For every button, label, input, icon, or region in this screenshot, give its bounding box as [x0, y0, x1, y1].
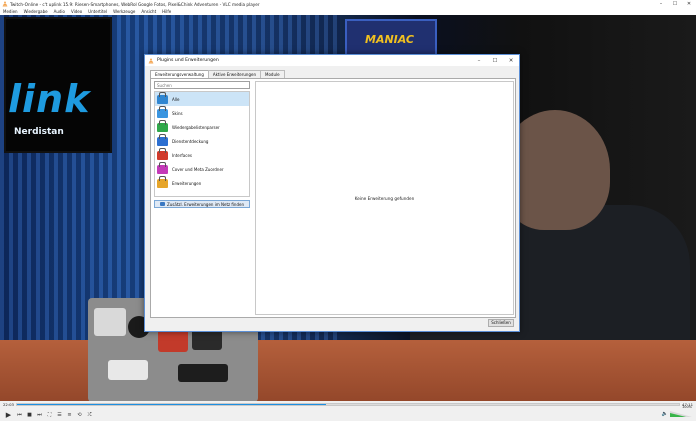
dialog-tabs: Erweiterungsverwaltung Aktive Erweiterun…	[150, 70, 285, 78]
seek-bar-fill	[17, 404, 327, 405]
menu-audio[interactable]: Audio	[54, 9, 65, 14]
menu-bar: Medien Wiedergabe Audio Video Untertitel…	[0, 8, 696, 15]
category-label: Alle	[172, 96, 180, 102]
plugins-dialog: Plugins und Erweiterungen – ☐ ✕ Erweiter…	[144, 54, 520, 332]
sticker	[178, 364, 228, 382]
menu-view[interactable]: Ansicht	[141, 9, 156, 14]
find-more-addons-label: Zusätzl. Erweiterungen im Netz finden	[167, 201, 244, 207]
shuffle-icon[interactable]: ⤮	[85, 410, 94, 419]
menu-video[interactable]: Video	[71, 9, 82, 14]
category-label: Interfaces	[172, 152, 192, 158]
sticker	[108, 360, 148, 380]
previous-icon[interactable]: ⏮	[15, 410, 24, 419]
loop-icon[interactable]: ⟲	[75, 410, 84, 419]
fullscreen-icon[interactable]: ⛶	[45, 410, 54, 419]
next-icon[interactable]: ⏭	[35, 410, 44, 419]
close-window-button[interactable]: ✕	[682, 1, 696, 7]
volume-fill	[670, 412, 686, 417]
stop-icon[interactable]: ■	[25, 410, 34, 419]
window-title: Twitch-Online - c't uplink 15.9: Riesen-…	[10, 1, 260, 7]
close-button[interactable]: Schließen	[488, 319, 514, 327]
tab-panel: Alle Skins Wiedergabelistenparser Dienst…	[150, 78, 516, 318]
addon-bag-icon	[157, 119, 168, 132]
minimize-button[interactable]: –	[654, 1, 668, 7]
find-more-addons-button[interactable]: Zusätzl. Erweiterungen im Netz finden	[154, 200, 250, 208]
tv-screen: link Nerdistan	[4, 17, 112, 153]
category-label: Erweiterungen	[172, 180, 202, 186]
window-titlebar: Twitch-Online - c't uplink 15.9: Riesen-…	[0, 0, 696, 8]
poster-text: MANIAC	[365, 33, 415, 46]
tv-logo-text: link	[8, 77, 91, 121]
time-elapsed: 22:03	[3, 402, 14, 407]
play-icon[interactable]: ▶	[3, 409, 14, 420]
volume-percent: 100%	[681, 405, 692, 409]
vlc-cone-icon	[148, 57, 154, 63]
maximize-button[interactable]: ☐	[668, 1, 682, 7]
playlist-icon[interactable]: ≡	[65, 410, 74, 419]
addon-bag-icon	[157, 133, 168, 146]
addon-bag-icon	[157, 175, 168, 188]
empty-message: Keine Erweiterung gefunden	[354, 195, 415, 201]
category-list: Alle Skins Wiedergabelistenparser Dienst…	[154, 91, 250, 197]
category-item-service-discovery[interactable]: Dienstentdeckung	[155, 133, 249, 148]
menu-media[interactable]: Medien	[3, 9, 18, 14]
menu-help[interactable]: Hilfe	[162, 9, 171, 14]
extended-settings-icon[interactable]: ☰	[55, 410, 64, 419]
menu-tools[interactable]: Werkzeuge	[113, 9, 135, 14]
category-item-skins[interactable]: Skins	[155, 105, 249, 120]
seek-bar[interactable]	[16, 403, 680, 406]
volume-control[interactable]: 🔈 100%	[662, 405, 692, 417]
addon-bag-icon	[157, 161, 168, 174]
tab-extension-manager[interactable]: Erweiterungsverwaltung	[150, 70, 209, 78]
tab-active-extensions[interactable]: Aktive Erweiterungen	[207, 70, 262, 78]
addon-bag-icon	[157, 147, 168, 160]
category-label: Cover und Meta Zuordner	[172, 166, 224, 172]
menu-playback[interactable]: Wiedergabe	[24, 9, 48, 14]
dialog-titlebar: Plugins und Erweiterungen – ☐ ✕	[145, 55, 519, 66]
search-input[interactable]	[154, 81, 250, 89]
addon-results-list[interactable]: Keine Erweiterung gefunden	[255, 81, 514, 315]
dialog-minimize-button[interactable]: –	[471, 58, 487, 64]
player-controls: 22:03 47:11 ▶ ⏮ ■ ⏭ ⛶ ☰ ≡ ⟲ ⤮ 🔈 100%	[0, 401, 696, 421]
menu-subtitles[interactable]: Untertitel	[88, 9, 107, 14]
tab-modules[interactable]: Module	[260, 70, 285, 78]
sticker	[94, 308, 126, 336]
category-label: Skins	[172, 110, 183, 116]
vlc-cone-icon	[2, 1, 8, 7]
category-label: Dienstentdeckung	[172, 138, 209, 144]
category-item-interfaces[interactable]: Interfaces	[155, 147, 249, 162]
dialog-maximize-button[interactable]: ☐	[487, 58, 503, 64]
globe-icon	[160, 202, 166, 206]
speaker-icon[interactable]: 🔈	[662, 411, 668, 417]
dialog-close-icon[interactable]: ✕	[503, 58, 519, 64]
control-buttons: ▶ ⏮ ■ ⏭ ⛶ ☰ ≡ ⟲ ⤮	[3, 409, 95, 420]
category-item-art-meta[interactable]: Cover und Meta Zuordner	[155, 161, 249, 176]
volume-slider[interactable]: 100%	[670, 405, 692, 417]
category-column: Alle Skins Wiedergabelistenparser Dienst…	[154, 81, 252, 315]
addon-bag-icon	[157, 91, 168, 104]
category-item-all[interactable]: Alle	[155, 91, 249, 106]
category-item-extensions[interactable]: Erweiterungen	[155, 175, 249, 190]
category-item-playlist-parser[interactable]: Wiedergabelistenparser	[155, 119, 249, 134]
addon-bag-icon	[157, 105, 168, 118]
wall-poster: MANIAC	[345, 19, 437, 57]
dialog-title: Plugins und Erweiterungen	[157, 58, 219, 63]
tv-subtext: Nerdistan	[14, 127, 64, 137]
category-label: Wiedergabelistenparser	[172, 124, 220, 130]
